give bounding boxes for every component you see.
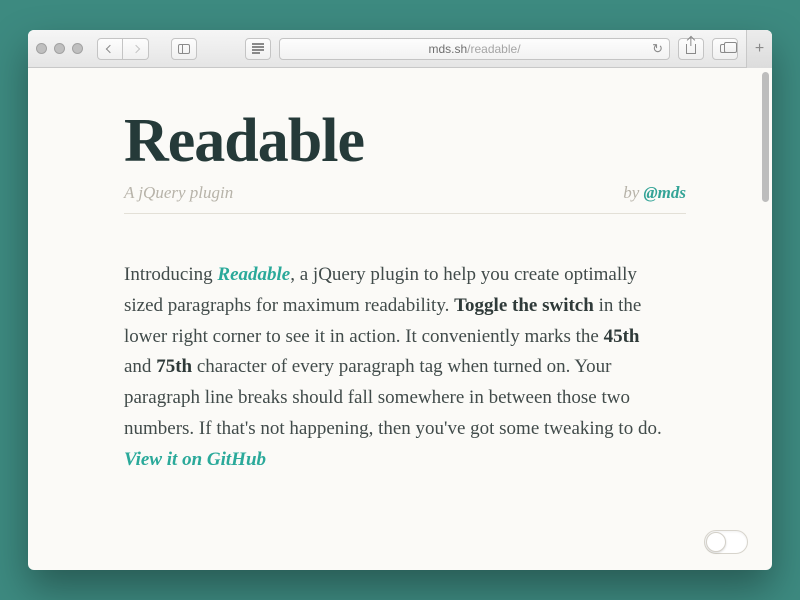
readable-toggle[interactable] <box>704 530 748 554</box>
intro-paragraph: Introducing Readable, a jQuery plugin to… <box>124 260 664 475</box>
toolbar-right <box>678 38 738 60</box>
page-content: Readable A jQuery plugin by @mds Introdu… <box>28 68 758 570</box>
scrollbar[interactable] <box>758 68 772 570</box>
char-75: 75th <box>156 356 192 377</box>
window-controls <box>36 43 83 54</box>
back-button[interactable] <box>97 38 123 60</box>
github-link[interactable]: View it on GitHub <box>124 449 266 470</box>
sidebar-icon <box>178 44 190 54</box>
sidebar-button[interactable] <box>171 38 197 60</box>
reader-button[interactable] <box>245 38 271 60</box>
new-tab-button[interactable]: + <box>746 30 772 68</box>
tagline: A jQuery plugin <box>124 183 233 203</box>
forward-button[interactable] <box>123 38 149 60</box>
close-window-icon[interactable] <box>36 43 47 54</box>
tabs-icon <box>720 44 731 53</box>
minimize-window-icon[interactable] <box>54 43 65 54</box>
by-prefix: by <box>623 183 643 202</box>
product-name: Readable <box>217 264 290 285</box>
share-icon <box>686 44 696 54</box>
author: by @mds <box>623 183 686 203</box>
page-title: Readable <box>124 106 686 177</box>
zoom-window-icon[interactable] <box>72 43 83 54</box>
nav-buttons <box>97 38 149 60</box>
toggle-knob-icon <box>706 532 726 552</box>
share-button[interactable] <box>678 38 704 60</box>
scroll-thumb[interactable] <box>762 72 769 202</box>
reload-icon[interactable]: ↻ <box>652 41 663 57</box>
readable-toggle-wrap <box>704 530 748 554</box>
chevron-right-icon <box>131 44 139 52</box>
titlebar: mds.sh/readable/ ↻ + <box>28 30 772 68</box>
tabs-button[interactable] <box>712 38 738 60</box>
address-bar[interactable]: mds.sh/readable/ ↻ <box>279 38 670 60</box>
chevron-left-icon <box>106 44 114 52</box>
reader-icon <box>252 43 264 54</box>
url-text: mds.sh/readable/ <box>428 42 520 56</box>
subtitle-row: A jQuery plugin by @mds <box>124 183 686 214</box>
char-45: 45th <box>604 326 640 347</box>
toggle-hint: Toggle the switch <box>454 295 594 316</box>
author-link[interactable]: @mds <box>644 183 686 202</box>
viewport: Readable A jQuery plugin by @mds Introdu… <box>28 68 772 570</box>
browser-window: mds.sh/readable/ ↻ + Readable A jQuery p… <box>28 30 772 570</box>
